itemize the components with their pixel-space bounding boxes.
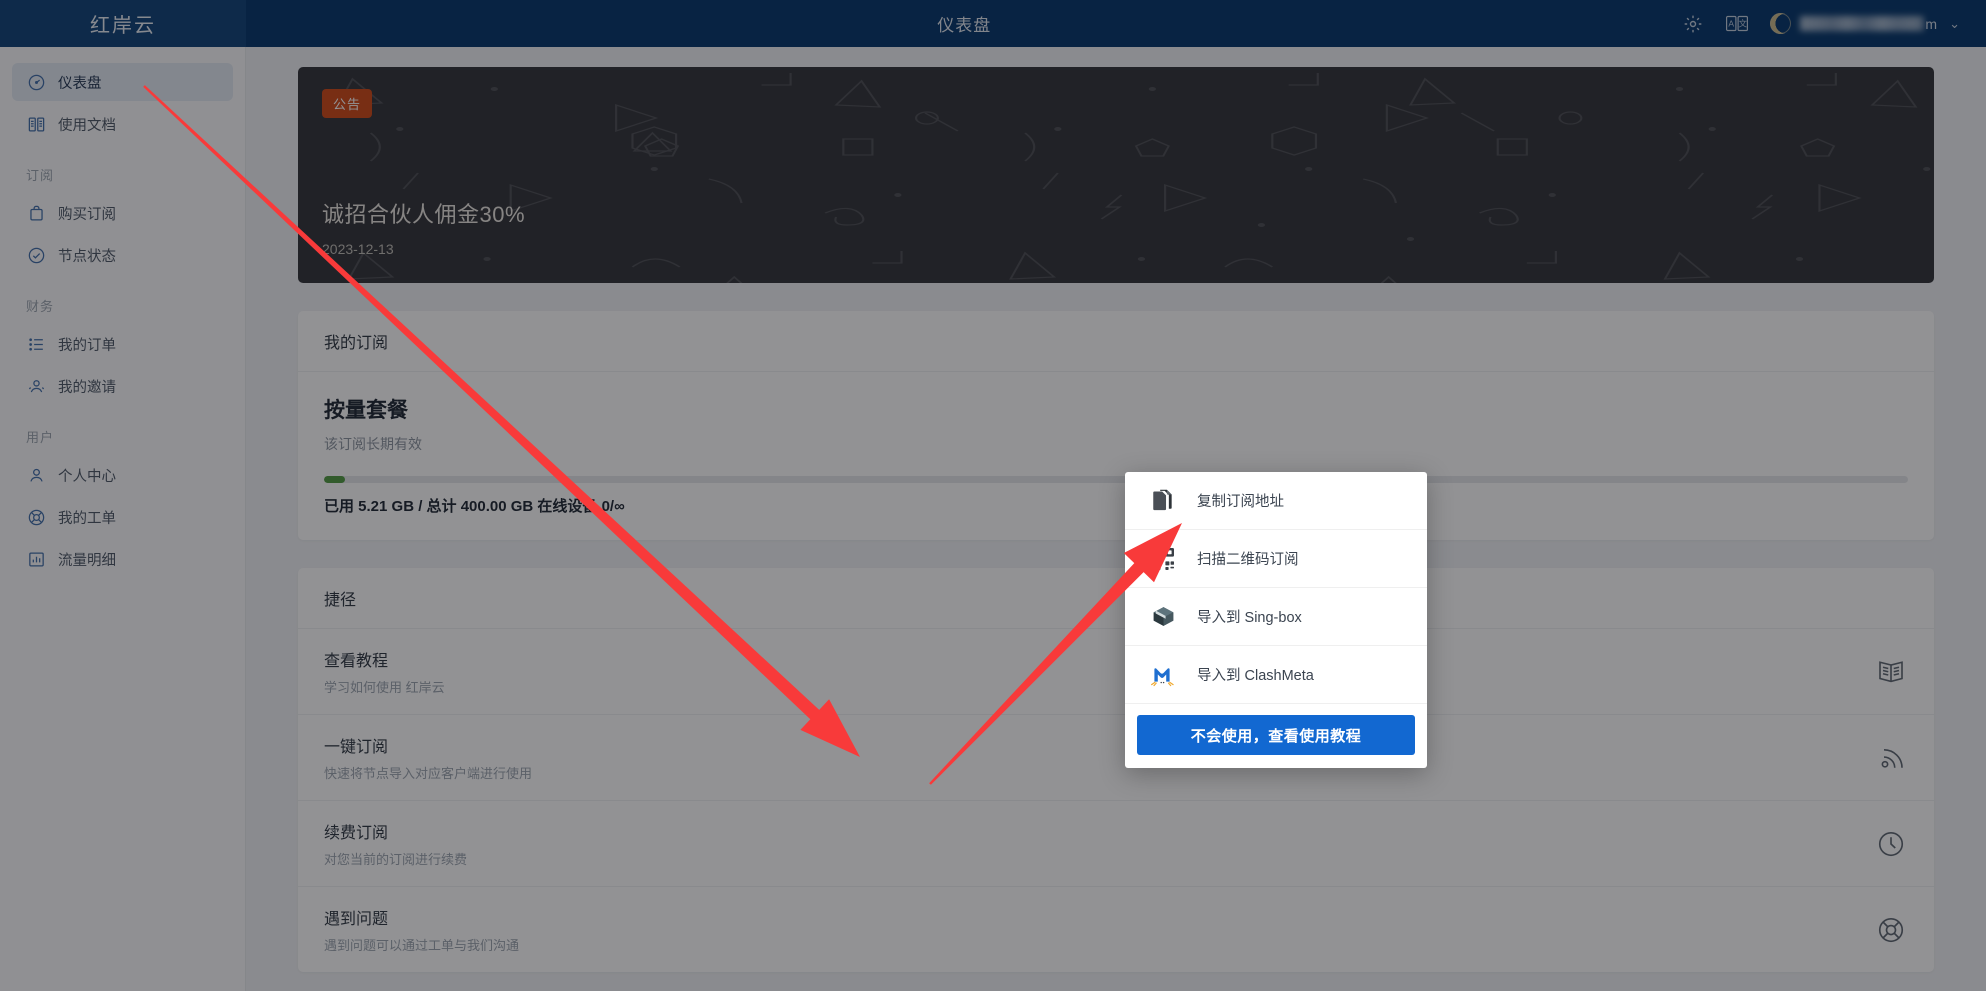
popup-item-label: 复制订阅地址 bbox=[1197, 490, 1284, 511]
clashmeta-icon bbox=[1149, 661, 1177, 689]
popup-item-scan-qrcode[interactable]: 扫描二维码订阅 bbox=[1125, 530, 1427, 588]
modal-overlay-backdrop[interactable] bbox=[0, 0, 1986, 991]
view-tutorial-button[interactable]: 不会使用，查看使用教程 bbox=[1137, 715, 1415, 755]
subscribe-popup-menu: 复制订阅地址 扫描二维码订阅 导入到 Sing-box bbox=[1125, 472, 1427, 768]
copy-icon bbox=[1149, 487, 1177, 515]
popup-item-import-singbox[interactable]: 导入到 Sing-box bbox=[1125, 588, 1427, 646]
popup-item-label: 扫描二维码订阅 bbox=[1197, 548, 1299, 569]
popup-item-copy-subscribe-url[interactable]: 复制订阅地址 bbox=[1125, 472, 1427, 530]
singbox-icon bbox=[1149, 603, 1177, 631]
popup-item-label: 导入到 ClashMeta bbox=[1197, 664, 1314, 685]
popup-item-label: 导入到 Sing-box bbox=[1197, 606, 1302, 627]
qrcode-icon bbox=[1149, 545, 1177, 573]
popup-item-import-clashmeta[interactable]: 导入到 ClashMeta bbox=[1125, 646, 1427, 704]
popup-footer: 不会使用，查看使用教程 bbox=[1125, 704, 1427, 768]
